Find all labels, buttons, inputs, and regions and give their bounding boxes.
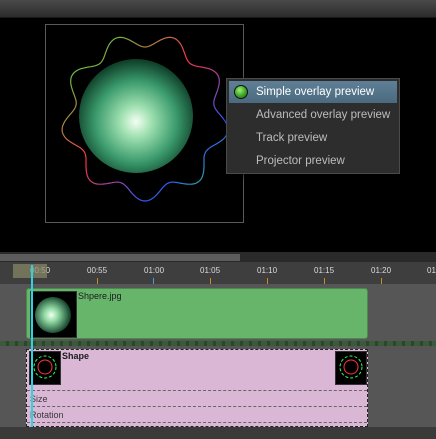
time-ruler[interactable]: 00:50 00:55 01:00 01:05 01:10 01:15 01:2… — [0, 262, 436, 285]
tick-label: 01:25 — [427, 266, 436, 275]
menu-item-projector-preview[interactable]: Projector preview — [229, 150, 397, 172]
shape-overlay — [61, 36, 229, 202]
sphere-thumbnail-icon — [35, 297, 71, 333]
top-toolbar — [0, 0, 436, 18]
property-row-position[interactable]: Position — [27, 422, 367, 438]
tick-label: 01:10 — [257, 266, 278, 275]
tick-label: 01:05 — [200, 266, 221, 275]
menu-item-simple-overlay-preview[interactable]: Simple overlay preview — [229, 81, 397, 103]
preview-frame — [45, 24, 244, 223]
timeline-scrollbar[interactable] — [0, 252, 436, 262]
selected-radio-icon — [234, 85, 248, 99]
menu-item-label: Simple overlay preview — [256, 86, 375, 98]
image-clip[interactable]: Shpere.jpg — [26, 288, 368, 339]
menu-item-label: Track preview — [256, 132, 328, 144]
playhead-handle[interactable] — [13, 264, 47, 278]
playhead-line[interactable] — [31, 265, 33, 427]
preview-viewport[interactable]: Simple overlay preview Advanced overlay … — [0, 18, 436, 252]
property-row-rotation[interactable]: Rotation — [27, 406, 367, 422]
shape-clip-header: Shape — [27, 350, 367, 388]
track-separator — [0, 341, 436, 346]
tick-label: 01:20 — [371, 266, 392, 275]
clip-thumbnail — [30, 291, 77, 338]
property-row-size[interactable]: Size — [27, 390, 367, 406]
clip-title: Shape — [62, 351, 90, 361]
clip-thumbnail-end — [335, 351, 367, 385]
shape-clip[interactable]: Shape Size Rotation Position — [26, 349, 368, 436]
clip-title: Shpere.jpg — [78, 291, 122, 301]
menu-item-label: Projector preview — [256, 155, 345, 167]
tick-label: 01:15 — [314, 266, 335, 275]
property-label: Rotation — [30, 410, 64, 420]
menu-item-advanced-overlay-preview[interactable]: Advanced overlay preview — [229, 104, 397, 126]
clip-thumbnail — [29, 351, 61, 385]
property-label: Position — [30, 426, 63, 436]
tick-label: 01:00 — [144, 266, 165, 275]
shape-thumbnail-icon — [33, 355, 57, 379]
tick-label: 00:55 — [87, 266, 108, 275]
shape-thumbnail-icon — [339, 355, 363, 379]
menu-item-label: Advanced overlay preview — [256, 109, 391, 121]
menu-item-track-preview[interactable]: Track preview — [229, 127, 397, 149]
scrollbar-thumb[interactable] — [0, 254, 240, 261]
sphere-image — [79, 59, 193, 173]
preview-mode-menu: Simple overlay preview Advanced overlay … — [226, 78, 400, 174]
